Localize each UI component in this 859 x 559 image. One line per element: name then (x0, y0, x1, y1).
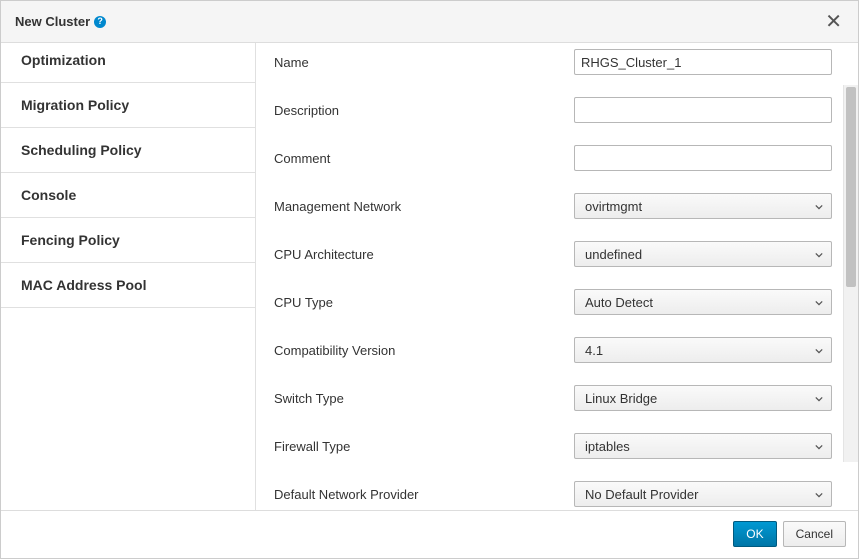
close-icon: ✕ (825, 11, 842, 33)
chevron-down-icon (815, 439, 823, 454)
chevron-down-icon (815, 295, 823, 310)
chevron-down-icon (815, 247, 823, 262)
row-default-net-provider: Default Network Provider No Default Prov… (274, 481, 840, 507)
row-cpu-arch: CPU Architecture undefined (274, 241, 840, 267)
chevron-down-icon (815, 343, 823, 358)
description-input[interactable] (574, 97, 832, 123)
default-net-provider-select[interactable]: No Default Provider (574, 481, 832, 507)
dialog-title: New Cluster ? (15, 14, 106, 29)
cpu-arch-select[interactable]: undefined (574, 241, 832, 267)
label-switch-type: Switch Type (274, 391, 574, 406)
cancel-button[interactable]: Cancel (783, 521, 846, 547)
row-mgmt-network: Management Network ovirtmgmt (274, 193, 840, 219)
row-switch-type: Switch Type Linux Bridge (274, 385, 840, 411)
sidebar-item-console[interactable]: Console (1, 173, 255, 218)
firewall-type-select[interactable]: iptables (574, 433, 832, 459)
row-comment: Comment (274, 145, 840, 171)
label-compat-version: Compatibility Version (274, 343, 574, 358)
row-firewall-type: Firewall Type iptables (274, 433, 840, 459)
chevron-down-icon (815, 487, 823, 502)
compat-version-select[interactable]: 4.1 (574, 337, 832, 363)
sidebar-item-optimization[interactable]: Optimization (1, 43, 255, 83)
help-icon[interactable]: ? (94, 16, 106, 28)
form-content: Name Description Comment Management Netw… (256, 43, 858, 510)
vertical-scrollbar[interactable] (843, 85, 858, 462)
sidebar-item-label: Fencing Policy (21, 232, 120, 248)
sidebar-item-label: Scheduling Policy (21, 142, 142, 158)
cpu-type-select[interactable]: Auto Detect (574, 289, 832, 315)
name-input[interactable] (574, 49, 832, 75)
row-compat-version: Compatibility Version 4.1 (274, 337, 840, 363)
select-value: ovirtmgmt (585, 199, 642, 214)
sidebar-item-label: Optimization (21, 52, 106, 68)
sidebar-item-label: Console (21, 187, 76, 203)
comment-input[interactable] (574, 145, 832, 171)
row-description: Description (274, 97, 840, 123)
dialog-footer: OK Cancel (1, 510, 858, 558)
label-cpu-type: CPU Type (274, 295, 574, 310)
chevron-down-icon (815, 391, 823, 406)
new-cluster-dialog: New Cluster ? ✕ Optimization Migration P… (0, 0, 859, 559)
row-name: Name (274, 49, 840, 75)
label-firewall-type: Firewall Type (274, 439, 574, 454)
switch-type-select[interactable]: Linux Bridge (574, 385, 832, 411)
label-description: Description (274, 103, 574, 118)
dialog-body: Optimization Migration Policy Scheduling… (1, 43, 858, 510)
label-name: Name (274, 55, 574, 70)
label-cpu-arch: CPU Architecture (274, 247, 574, 262)
chevron-down-icon (815, 199, 823, 214)
label-default-net-provider: Default Network Provider (274, 487, 574, 502)
dialog-header: New Cluster ? ✕ (1, 1, 858, 43)
select-value: undefined (585, 247, 642, 262)
sidebar-item-fencing-policy[interactable]: Fencing Policy (1, 218, 255, 263)
label-mgmt-network: Management Network (274, 199, 574, 214)
select-value: iptables (585, 439, 630, 454)
select-value: No Default Provider (585, 487, 698, 502)
sidebar-item-label: MAC Address Pool (21, 277, 147, 293)
sidebar-item-label: Migration Policy (21, 97, 129, 113)
select-value: Auto Detect (585, 295, 653, 310)
dialog-title-text: New Cluster (15, 14, 90, 29)
label-comment: Comment (274, 151, 574, 166)
sidebar-item-migration-policy[interactable]: Migration Policy (1, 83, 255, 128)
sidebar-item-mac-address-pool[interactable]: MAC Address Pool (1, 263, 255, 308)
mgmt-network-select[interactable]: ovirtmgmt (574, 193, 832, 219)
select-value: 4.1 (585, 343, 603, 358)
close-button[interactable]: ✕ (823, 12, 844, 32)
row-cpu-type: CPU Type Auto Detect (274, 289, 840, 315)
scrollbar-thumb[interactable] (846, 87, 856, 287)
sidebar-item-scheduling-policy[interactable]: Scheduling Policy (1, 128, 255, 173)
select-value: Linux Bridge (585, 391, 657, 406)
sidebar: Optimization Migration Policy Scheduling… (1, 43, 256, 510)
ok-button[interactable]: OK (733, 521, 776, 547)
